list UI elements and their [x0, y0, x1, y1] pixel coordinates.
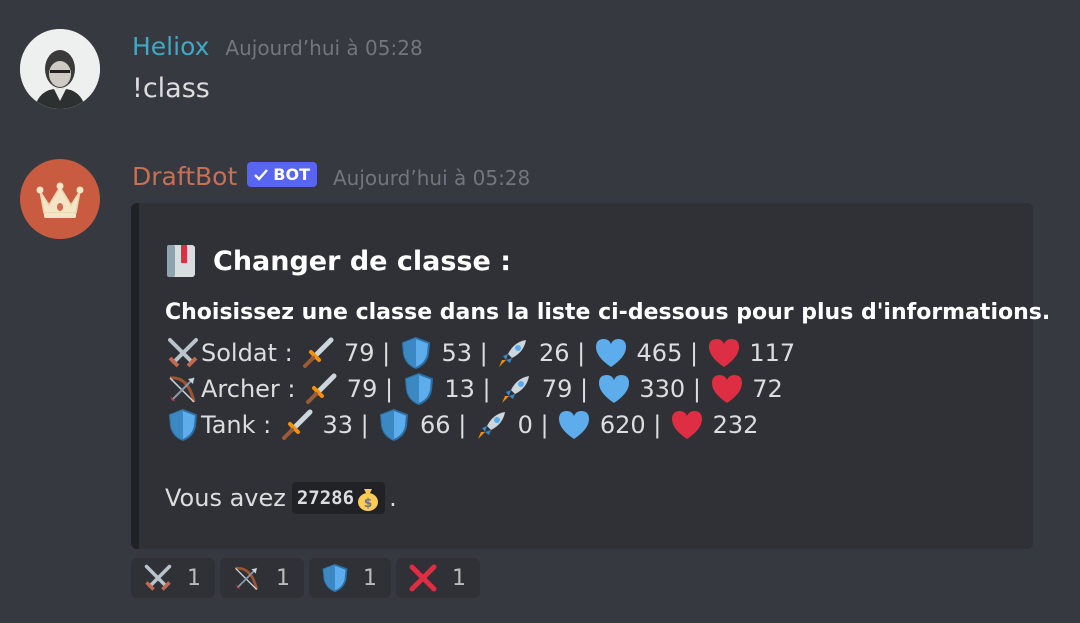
shield-icon	[165, 407, 201, 443]
dagger-icon	[303, 371, 339, 407]
svg-text:$: $	[364, 496, 372, 510]
class-line-tank: Tank : 33 | 66 | 0 | 620 | 232	[165, 407, 758, 443]
rocket-icon	[495, 335, 531, 371]
reaction-count: 1	[187, 565, 201, 591]
bot-tag: BOT	[247, 162, 317, 187]
checkmark-icon	[254, 168, 269, 181]
embed-title-text: Changer de classe :	[213, 245, 512, 277]
timestamp: Aujourd’hui à 05:28	[332, 166, 531, 190]
attack-value: 33	[322, 411, 354, 439]
user-avatar[interactable]	[20, 29, 100, 109]
reaction-red-x[interactable]: 1	[396, 558, 480, 598]
red-x-icon	[409, 564, 437, 592]
username[interactable]: Heliox	[132, 32, 209, 61]
bow-and-arrow-icon	[235, 566, 258, 590]
max-health-value: 465	[636, 339, 683, 367]
class-name: Archer :	[201, 375, 296, 403]
bot-avatar[interactable]	[20, 159, 100, 239]
class-name: Soldat :	[201, 339, 293, 367]
username[interactable]: DraftBot	[132, 162, 237, 191]
embed-title: Changer de classe :	[165, 243, 511, 279]
money-suffix: .	[389, 484, 397, 512]
embed-description: Choisissez une classe dans la liste ci-d…	[165, 300, 1051, 325]
reaction-bow-and-arrow[interactable]: 1	[220, 558, 304, 598]
shield-icon	[376, 407, 412, 443]
shield-icon	[322, 563, 348, 593]
dagger-icon	[300, 335, 336, 371]
timestamp: Aujourd’hui à 05:28	[225, 36, 423, 60]
defense-value: 13	[444, 375, 475, 403]
class-name: Tank :	[201, 411, 272, 439]
reaction-count: 1	[276, 565, 290, 591]
defense-value: 53	[441, 339, 473, 367]
defense-value: 66	[420, 411, 451, 439]
speed-value: 26	[539, 339, 570, 367]
blue-heart-icon	[593, 335, 629, 371]
red-heart-icon	[709, 371, 745, 407]
class-line-archer: Archer : 79 | 13 | 79 | 330 | 72	[165, 371, 783, 407]
attack-value: 79	[346, 375, 378, 403]
money-code: 27286 $	[291, 482, 386, 514]
money-line: Vous avez 27286 $ .	[165, 482, 397, 514]
rocket-icon	[498, 371, 534, 407]
reaction-crossed-swords[interactable]: 1	[131, 558, 215, 598]
dagger-icon	[279, 407, 315, 443]
reaction-shield[interactable]: 1	[309, 558, 391, 598]
reaction-count: 1	[452, 565, 466, 591]
blue-heart-icon	[556, 407, 592, 443]
health-value: 72	[752, 375, 783, 403]
message-header: DraftBot BOT Aujourd’hui à 05:28	[132, 162, 530, 191]
max-health-value: 330	[639, 375, 686, 403]
class-line-soldat: Soldat : 79 | 53 | 26 | 465 | 117	[165, 335, 795, 371]
max-health-value: 620	[599, 411, 646, 439]
money-value: 27286	[296, 487, 355, 509]
closed-book-icon	[165, 243, 199, 279]
attack-value: 79	[343, 339, 375, 367]
red-heart-icon	[669, 407, 705, 443]
health-value: 117	[749, 339, 796, 367]
crossed-swords-icon	[144, 564, 172, 591]
shield-icon	[401, 371, 437, 407]
message-header: Heliox Aujourd’hui à 05:28	[132, 32, 423, 61]
reaction-count: 1	[363, 565, 377, 591]
embed: Changer de classe : Choisissez une class…	[131, 203, 1050, 549]
crossed-swords-icon	[165, 335, 201, 371]
bow-and-arrow-icon	[165, 371, 201, 407]
speed-value: 79	[541, 375, 573, 403]
speed-value: 0	[517, 411, 533, 439]
reactions-bar: 1 1 1 1	[131, 558, 480, 598]
rocket-icon	[474, 407, 510, 443]
health-value: 232	[712, 411, 759, 439]
blue-heart-icon	[596, 371, 632, 407]
crown-icon	[36, 182, 84, 218]
red-heart-icon	[706, 335, 742, 371]
money-bag-icon: $	[358, 489, 379, 511]
message-content: !class	[132, 73, 210, 104]
bot-tag-label: BOT	[273, 165, 310, 184]
money-prefix: Vous avez	[165, 484, 286, 512]
shield-icon	[398, 335, 434, 371]
